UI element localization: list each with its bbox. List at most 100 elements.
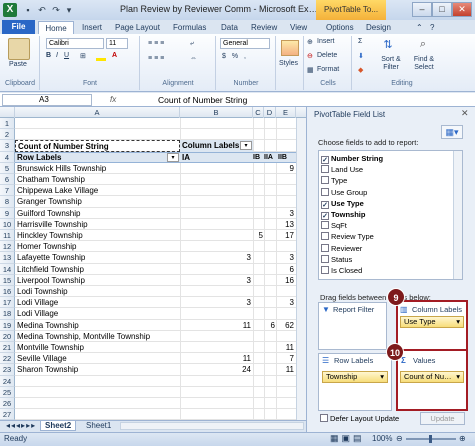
value-cell-ia[interactable] [180,308,253,319]
paste-icon[interactable] [8,38,30,60]
checkbox-icon[interactable] [321,243,329,252]
borders-icon[interactable]: ⊞ [80,52,86,60]
value-cell-iia[interactable] [264,174,276,185]
row-header[interactable]: 12 [0,241,15,253]
sheet-nav-icons[interactable]: ◂◂◂▸▸▸ [2,421,40,431]
row-header[interactable]: 17 [0,297,15,309]
row-header[interactable]: 21 [0,342,15,354]
row-header[interactable]: 5 [0,162,15,174]
value-cell-iib[interactable]: 7 [276,353,296,364]
table-row[interactable] [15,409,306,420]
horizontal-scrollbar[interactable] [120,422,304,430]
fill-icon[interactable]: ⬇ [358,52,364,60]
row-labels-cell[interactable]: Row Labels [15,152,165,163]
row-header[interactable]: 26 [0,398,15,410]
row-header[interactable]: 1 [0,118,15,130]
underline-icon[interactable]: U [64,52,69,59]
value-cell-ia[interactable] [180,342,253,353]
value-cell-iib[interactable] [276,286,296,297]
value-cell-ib[interactable] [253,219,264,230]
value-cell-ia[interactable] [180,219,253,230]
value-cell-ib[interactable] [253,185,264,196]
formula-input[interactable]: Count of Number String [158,94,308,106]
name-box[interactable]: A3 [2,94,92,106]
value-cell-ib[interactable] [253,297,264,308]
value-cell-ia[interactable]: 3 [180,252,253,263]
row-header[interactable]: 20 [0,330,15,342]
redo-icon[interactable]: ↷ [50,4,62,16]
sheet-tab-sheet2[interactable]: Sheet2 [40,421,77,431]
number-format-icons[interactable]: $ % , [222,53,248,60]
checkbox-icon[interactable] [321,232,329,241]
value-cell-iia[interactable] [264,185,276,196]
value-cell-iib[interactable]: 11 [276,364,296,375]
row-header[interactable]: 16 [0,286,15,298]
zoom-level[interactable]: 100% [372,434,392,443]
value-cell-ia[interactable] [180,264,253,275]
row-header[interactable]: 23 [0,364,15,376]
row-header[interactable]: 15 [0,274,15,286]
field-list-item[interactable]: Is Closed [321,265,362,276]
col-header-iib[interactable]: IIB [276,152,296,163]
column-header-b[interactable]: B [180,107,253,118]
field-list-item[interactable]: ✓ Number String [321,153,383,164]
tab-page-layout[interactable]: Page Layout [115,21,160,34]
value-cell-iia[interactable] [264,308,276,319]
value-cell-ia[interactable]: 3 [180,275,253,286]
find-select-button[interactable]: Find & Select [408,56,440,72]
checkbox-icon[interactable] [321,176,329,185]
vertical-scrollbar[interactable] [296,118,306,420]
field-list-item[interactable]: Review Type [321,231,374,242]
value-cell-iib[interactable] [276,174,296,185]
checkbox-icon[interactable] [321,254,329,263]
value-cell-iia[interactable] [264,342,276,353]
value-cell-iia[interactable] [264,163,276,174]
close-button[interactable]: ✕ [452,2,472,17]
zoom-in-icon[interactable]: ⊕ [459,434,466,443]
table-row[interactable] [15,118,306,130]
select-all-corner[interactable] [0,107,15,118]
value-cell-iib[interactable]: 3 [276,252,296,263]
table-row[interactable] [15,376,306,387]
value-cell-iia[interactable] [264,264,276,275]
sheet-tab-sheet1[interactable]: Sheet1 [82,421,115,431]
merge-center-icon[interactable]: ⇔ [190,55,197,62]
value-cell-iib[interactable]: 62 [276,320,296,331]
styles-icon[interactable] [281,40,299,56]
format-cells-button[interactable]: Format [317,66,339,73]
row-header[interactable]: 8 [0,196,15,208]
row-header[interactable]: 22 [0,353,15,365]
value-cell-ib[interactable] [253,241,264,252]
chip-dropdown-icon[interactable]: ▾ [456,317,460,327]
font-size-combo[interactable]: 11 [106,38,128,49]
col-header-ia[interactable]: IA [180,152,200,163]
value-cell-iia[interactable] [264,297,276,308]
field-list-item[interactable]: SqFt [321,220,347,231]
tab-file[interactable]: File [2,20,35,34]
value-cell-ia[interactable]: 11 [180,320,253,331]
value-cell-ib[interactable] [253,174,264,185]
checked-checkbox-icon[interactable]: ✓ [321,156,329,164]
styles-button[interactable]: Styles [279,60,298,67]
insert-cells-icon[interactable]: ⊕ [307,38,313,46]
fill-color-icon[interactable] [96,53,106,61]
value-cell-ib[interactable] [253,342,264,353]
value-cell-ia[interactable] [180,208,253,219]
help-icon[interactable]: ? [430,21,434,34]
value-cell-iib[interactable]: 11 [276,342,296,353]
value-cell-iia[interactable] [264,196,276,207]
field-list-item[interactable]: ✓ Use Type [321,198,364,209]
paste-button[interactable]: Paste [9,61,27,68]
autosum-icon[interactable]: Σ [358,38,362,45]
value-cell-ia[interactable] [180,196,253,207]
field-list-item[interactable]: Land Use [321,164,363,175]
value-cell-ib[interactable] [253,308,264,319]
checkbox-icon[interactable] [321,221,329,230]
ribbon-minimize-icon[interactable]: ⌃ [416,21,423,34]
value-cell-ib[interactable] [253,208,264,219]
undo-icon[interactable]: ↶ [36,4,48,16]
value-cell-iia[interactable] [264,275,276,286]
tab-review[interactable]: Review [251,21,277,34]
checked-checkbox-icon[interactable]: ✓ [321,212,329,220]
value-cell-ia[interactable] [180,185,253,196]
